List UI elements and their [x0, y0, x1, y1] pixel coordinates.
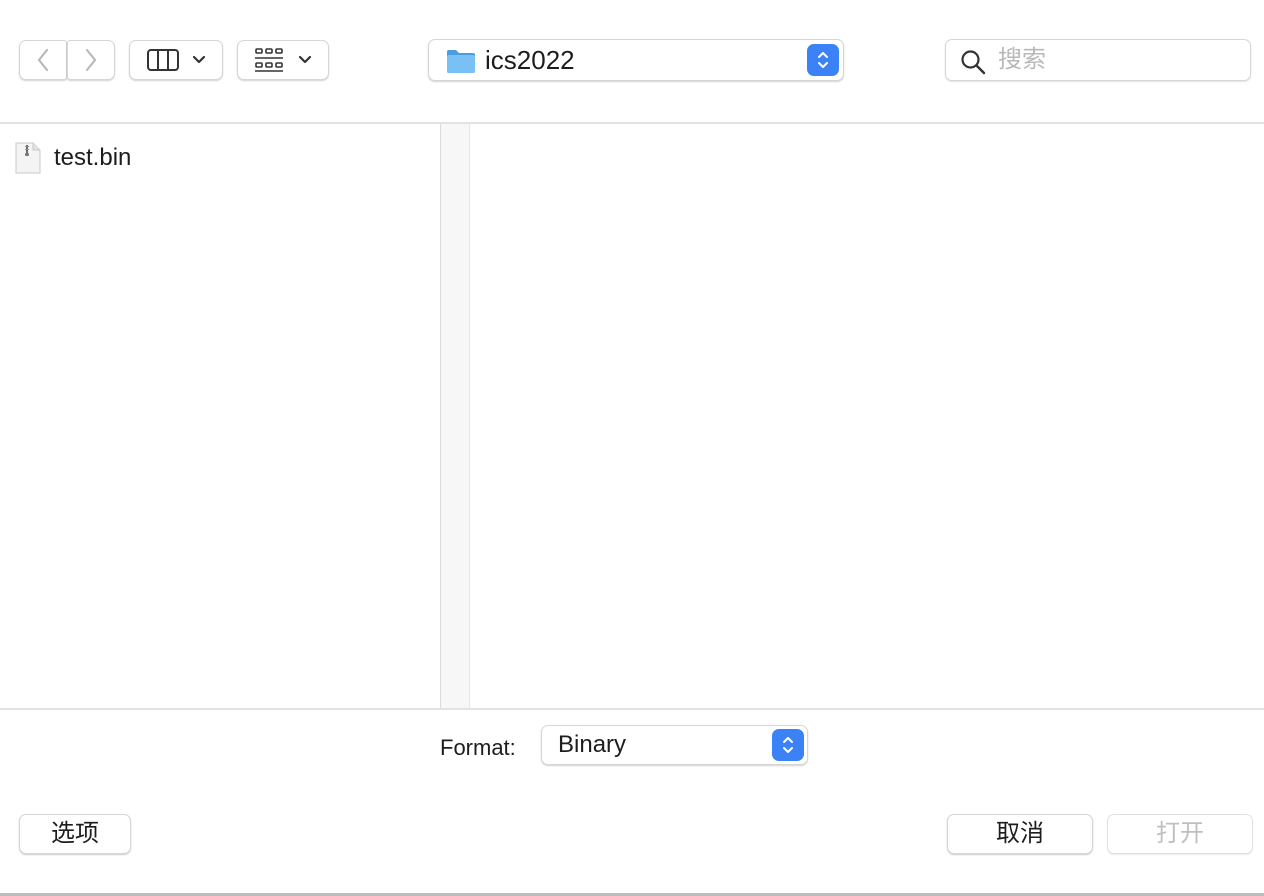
- popup-stepper[interactable]: [772, 729, 804, 761]
- column-resize-handle[interactable]: [440, 124, 470, 709]
- popup-stepper[interactable]: [807, 44, 839, 76]
- format-popup[interactable]: Binary: [541, 725, 808, 765]
- file-item[interactable]: test.bin: [0, 140, 440, 176]
- chevron-down-icon: [298, 55, 312, 64]
- search-icon: [961, 50, 986, 75]
- open-file-dialog: ics2022 搜索 test.bin Format: Binary 选项 取消…: [0, 0, 1264, 896]
- file-name: test.bin: [54, 144, 132, 171]
- bottom-divider: [0, 708, 1264, 710]
- cancel-button[interactable]: 取消: [947, 814, 1093, 854]
- chevron-left-icon: [37, 48, 49, 72]
- options-button[interactable]: 选项: [19, 814, 131, 854]
- open-button[interactable]: 打开: [1107, 814, 1253, 854]
- chevron-down-icon: [192, 55, 206, 64]
- forward-button[interactable]: [67, 40, 115, 80]
- folder-icon: [447, 50, 475, 73]
- format-value: Binary: [558, 731, 627, 758]
- format-label: Format:: [440, 735, 516, 760]
- search-field[interactable]: [945, 39, 1251, 81]
- up-down-arrows-icon: [783, 737, 793, 753]
- view-mode-button[interactable]: [129, 40, 223, 80]
- chevron-right-icon: [85, 48, 97, 72]
- location-popup[interactable]: ics2022: [428, 39, 844, 81]
- browser-column-preview: [470, 124, 1264, 709]
- toolbar: ics2022: [0, 0, 1264, 124]
- location-label: ics2022: [485, 45, 575, 75]
- search-input[interactable]: [998, 44, 1238, 76]
- back-button[interactable]: [19, 40, 67, 80]
- group-grid-icon: [255, 48, 283, 72]
- column-view-icon: [147, 49, 179, 71]
- document-icon: [15, 142, 41, 174]
- up-down-arrows-icon: [818, 52, 828, 68]
- group-by-button[interactable]: [237, 40, 329, 80]
- file-browser: test.bin: [0, 124, 1264, 709]
- browser-column: test.bin: [0, 124, 440, 709]
